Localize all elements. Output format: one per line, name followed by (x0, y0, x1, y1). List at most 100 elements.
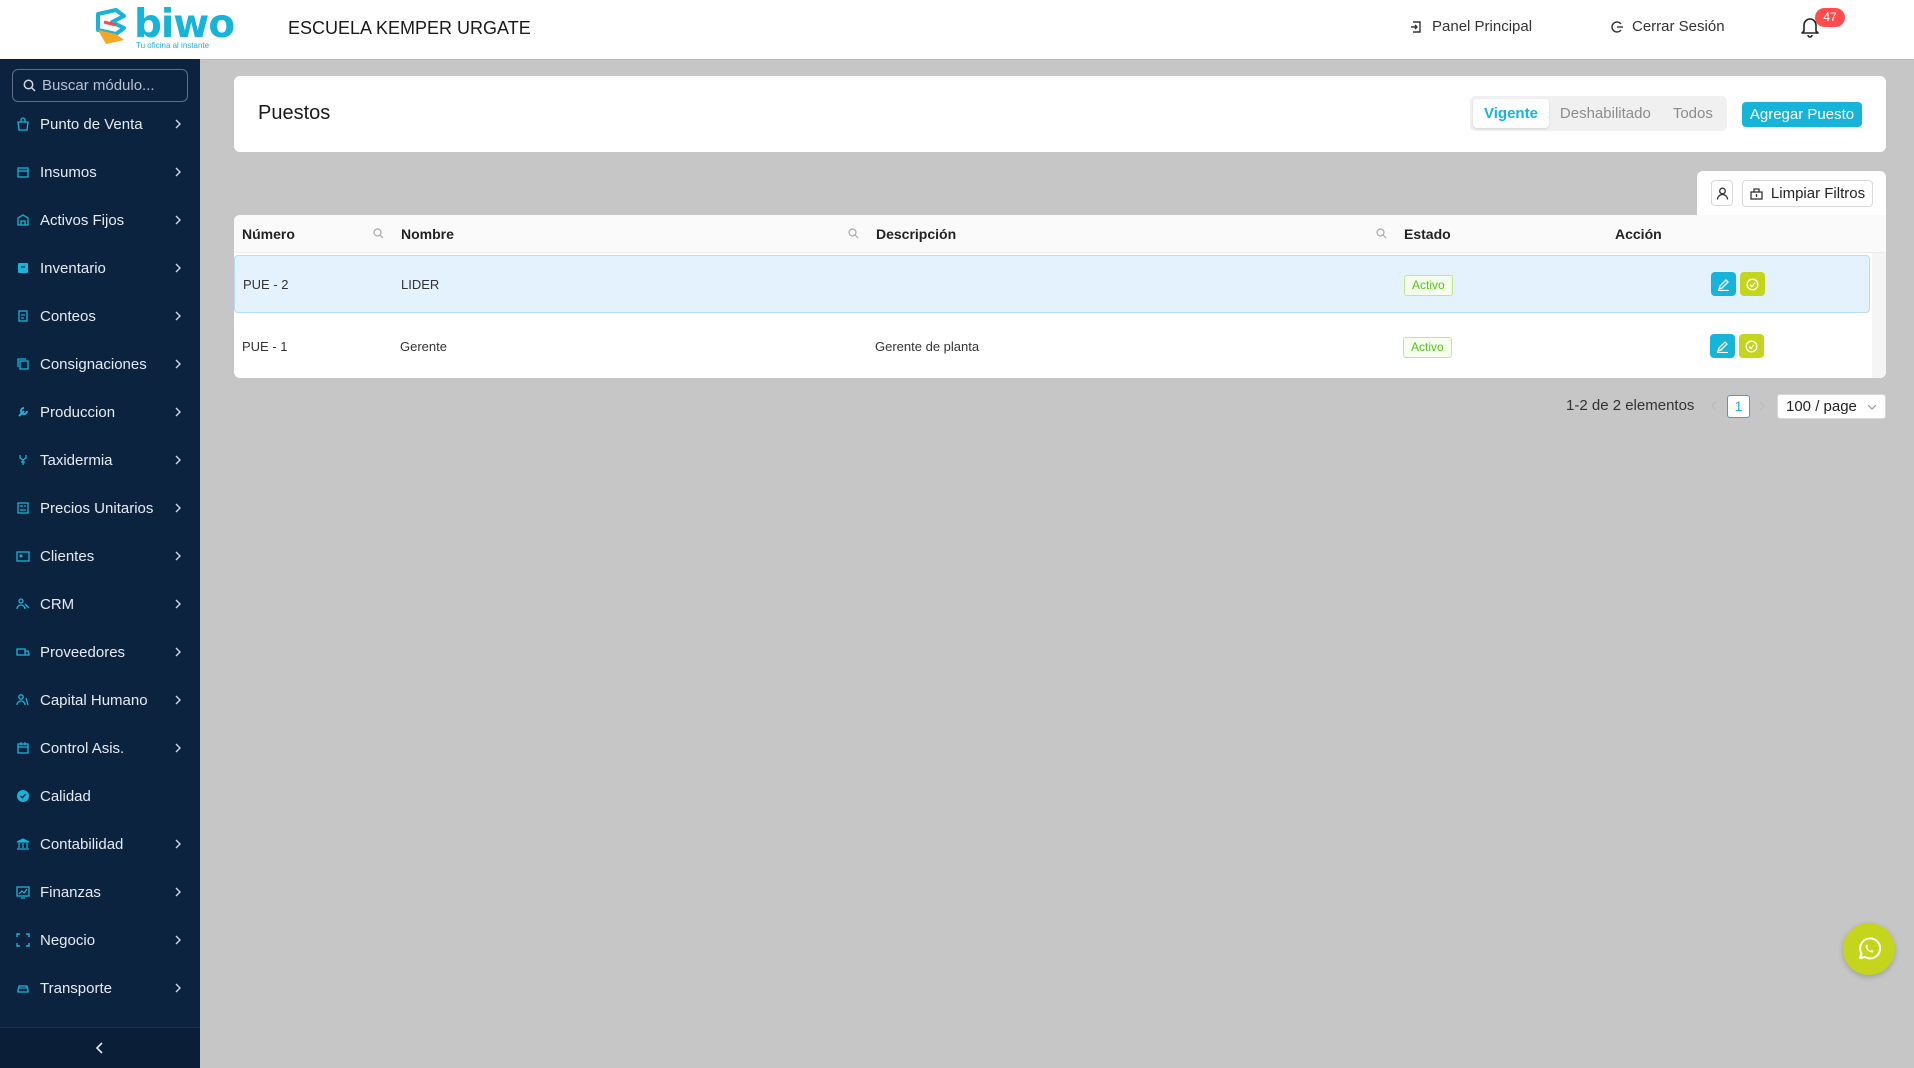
sidebar-item-contabilidad[interactable]: Contabilidad (0, 820, 200, 868)
biwo-logo[interactable]: biwo Tu oficina al instante (94, 2, 235, 54)
table-row[interactable]: PUE - 2 LIDER Activo (234, 255, 1870, 313)
sidebar-item-label: Precios Unitarios (40, 499, 154, 517)
expand-icon (16, 933, 30, 947)
logout-link[interactable]: Cerrar Sesión (1610, 18, 1725, 35)
sidebar-item-label: Insumos (40, 163, 97, 181)
chevron-down-icon (1867, 404, 1877, 410)
cell-numero: PUE - 2 (243, 277, 289, 292)
chevron-left-icon[interactable] (1708, 399, 1720, 413)
pagination-page-1[interactable]: 1 (1727, 395, 1750, 418)
logo-tagline: Tu oficina al instante (136, 41, 210, 50)
sidebar-item-capital-humano[interactable]: Capital Humano (0, 676, 200, 724)
sidebar-menu: Punto de Venta Insumos Activos Fijos Invent… (0, 100, 200, 1060)
chevron-right-icon (175, 311, 181, 321)
cell-descripcion: Gerente de planta (875, 339, 980, 354)
chevron-right-icon (175, 983, 181, 993)
sidebar-item-label: Punto de Venta (40, 115, 143, 133)
sidebar-item-label: Produccion (40, 403, 116, 421)
panel-principal-link[interactable]: Panel Principal (1410, 18, 1532, 35)
add-puesto-button[interactable]: Agregar Puesto (1742, 102, 1862, 127)
filter-deshabilitado[interactable]: Deshabilitado (1549, 99, 1662, 128)
sidebar-item-produccion[interactable]: Produccion (0, 388, 200, 436)
sidebar-collapse-button[interactable] (0, 1027, 200, 1068)
sidebar-item-taxidermia[interactable]: Taxidermia (0, 436, 200, 484)
table-header: Número Nombre Descripción Estado Acción (234, 215, 1886, 253)
sidebar-item-inventario[interactable]: Inventario (0, 244, 200, 292)
edit-button[interactable] (1710, 334, 1735, 358)
sidebar-item-punto-de-venta[interactable]: Punto de Venta (0, 100, 200, 148)
status-badge: Activo (1403, 337, 1452, 358)
clear-filters-button[interactable]: Limpiar Filtros (1742, 180, 1873, 207)
search-icon[interactable] (1376, 228, 1387, 239)
chevron-right-icon (175, 887, 181, 897)
sidebar-item-label: Consignaciones (40, 355, 147, 373)
sidebar-item-proveedores[interactable]: Proveedores (0, 628, 200, 676)
team-icon (16, 694, 29, 706)
car-icon (17, 985, 29, 993)
cell-numero: PUE - 1 (242, 339, 288, 354)
page-size-select[interactable]: 100 / page (1777, 394, 1886, 419)
edit-button[interactable] (1711, 272, 1736, 296)
building-icon (17, 214, 29, 226)
panel-principal-label: Panel Principal (1432, 18, 1533, 35)
sidebar-item-conteos[interactable]: Conteos (0, 292, 200, 340)
sidebar-item-control-asis[interactable]: Control Asis. (0, 724, 200, 772)
module-search-input[interactable] (42, 77, 182, 94)
toggle-status-button[interactable] (1739, 334, 1764, 358)
chevron-right-icon (175, 647, 181, 657)
chevron-right-icon (175, 551, 181, 561)
bank-icon (16, 838, 30, 850)
top-bar: biwo Tu oficina al instante ESCUELA KEMP… (0, 0, 1914, 59)
search-icon (23, 79, 36, 92)
module-search[interactable] (12, 69, 188, 102)
table-row[interactable]: PUE - 1 Gerente Gerente de planta Activo (234, 318, 1870, 376)
chevron-right-icon (175, 743, 181, 753)
toggle-status-button[interactable] (1740, 272, 1765, 296)
sidebar-item-label: Negocio (40, 931, 96, 949)
sidebar-item-label: Finanzas (40, 883, 101, 901)
sidebar-item-finanzas[interactable]: Finanzas (0, 868, 200, 916)
truck-icon (16, 648, 30, 656)
sidebar-item-activos-fijos[interactable]: Activos Fijos (0, 196, 200, 244)
check-circle-icon (1746, 278, 1759, 290)
search-icon[interactable] (373, 228, 384, 239)
column-accion: Acción (1615, 226, 1662, 242)
sidebar-item-label: Conteos (40, 307, 96, 325)
pencil-icon (1716, 340, 1728, 353)
sidebar-item-label: Inventario (40, 259, 106, 277)
sidebar-item-insumos[interactable]: Insumos (0, 148, 200, 196)
status-filter-segmented: Vigente Deshabilitado Todos (1470, 96, 1727, 131)
whatsapp-button[interactable] (1843, 923, 1895, 975)
search-icon[interactable] (848, 228, 859, 239)
sidebar-item-consignaciones[interactable]: Consignaciones (0, 340, 200, 388)
column-estado: Estado (1404, 226, 1451, 242)
sidebar-item-label: Transporte (40, 979, 112, 997)
sidebar-item-crm[interactable]: CRM (0, 580, 200, 628)
sidebar-item-label: Clientes (40, 547, 95, 565)
table-scrollbar[interactable] (1872, 253, 1886, 378)
sidebar: Punto de Venta Insumos Activos Fijos Invent… (0, 59, 200, 1068)
filter-vigente[interactable]: Vigente (1473, 99, 1549, 128)
check-circle-icon (17, 790, 29, 802)
column-descripcion: Descripción (876, 226, 957, 242)
pencil-icon (1717, 278, 1729, 291)
sidebar-item-label: Activos Fijos (40, 211, 125, 229)
page-size-value: 100 / page (1786, 398, 1857, 415)
check-circle-icon (1745, 340, 1758, 352)
sidebar-item-calidad[interactable]: Calidad (0, 772, 200, 820)
archive-icon (18, 263, 28, 273)
chevron-right-icon (175, 935, 181, 945)
chevron-right-icon (175, 119, 181, 129)
sidebar-item-negocio[interactable]: Negocio (0, 916, 200, 964)
sidebar-item-precios-unitarios[interactable]: Precios Unitarios (0, 484, 200, 532)
filter-todos[interactable]: Todos (1662, 99, 1724, 128)
chevron-right-icon (175, 503, 181, 513)
user-filter-button[interactable] (1711, 180, 1733, 206)
chevron-right-icon (175, 839, 181, 849)
sidebar-item-transporte[interactable]: Transporte (0, 964, 200, 1012)
wrench-icon (18, 407, 28, 417)
sidebar-item-clientes[interactable]: Clientes (0, 532, 200, 580)
chevron-right-icon[interactable] (1756, 399, 1768, 413)
id-card-icon (16, 551, 30, 562)
chevron-right-icon (175, 215, 181, 225)
